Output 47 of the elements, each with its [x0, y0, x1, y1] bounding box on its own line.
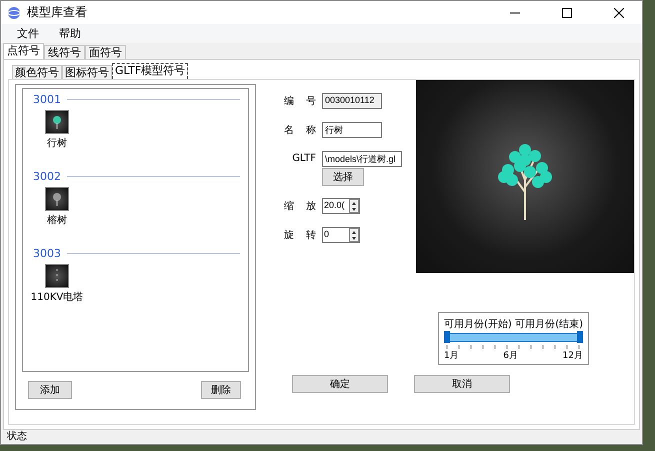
- tick-label: 1月: [444, 350, 459, 362]
- tab[interactable]: 图标符号: [62, 65, 112, 79]
- tick-label: 12月: [562, 350, 583, 362]
- cancel-button[interactable]: 取消: [414, 375, 510, 393]
- tab[interactable]: 颜色符号: [12, 65, 62, 79]
- slider-handle[interactable]: [444, 331, 450, 343]
- model-thumbnail[interactable]: [45, 110, 69, 134]
- field-label: 编号: [284, 94, 322, 108]
- slider-handle[interactable]: [577, 331, 583, 343]
- choose-button[interactable]: 选择: [322, 168, 364, 186]
- group-code: 3002: [33, 170, 61, 183]
- tab[interactable]: 面符号: [85, 45, 126, 59]
- app-globe-icon: [7, 6, 21, 20]
- group-code: 3001: [33, 93, 61, 106]
- input-field[interactable]: 行树: [322, 122, 382, 138]
- field-label: 缩放: [284, 200, 322, 212]
- spin-arrows-icon[interactable]: [349, 228, 359, 242]
- range-slider[interactable]: [444, 333, 583, 345]
- menu-item[interactable]: 帮助: [51, 26, 89, 41]
- field-label: 旋转: [284, 228, 322, 242]
- field-label: GLTF: [291, 153, 317, 164]
- model-name: 行树: [47, 136, 67, 150]
- spin-field[interactable]: 20.0(: [322, 198, 360, 214]
- add-button[interactable]: 添加: [28, 381, 72, 399]
- status-text: 状态: [6, 430, 28, 444]
- menu-item[interactable]: 文件: [9, 26, 47, 41]
- input-field[interactable]: \models\行道树.gl: [322, 150, 402, 166]
- window-title: 模型库查看: [27, 4, 88, 21]
- ok-button[interactable]: 确定: [292, 375, 388, 393]
- tab[interactable]: 点符号: [3, 43, 44, 59]
- model-name: 110KV电塔: [30, 290, 84, 304]
- model-thumbnail[interactable]: [45, 187, 69, 211]
- tick-label: 6月: [503, 350, 518, 362]
- spin-field[interactable]: 0: [322, 226, 360, 242]
- close-icon: [614, 8, 624, 18]
- input-field[interactable]: 0030010112: [322, 92, 382, 108]
- maximize-icon: [562, 8, 572, 18]
- tab[interactable]: GLTF模型符号: [112, 63, 188, 79]
- tab[interactable]: 线符号: [44, 45, 85, 59]
- start-label: 可用月份(开始): [444, 318, 512, 331]
- field-label: 名称: [284, 124, 322, 136]
- spin-arrows-icon[interactable]: [349, 198, 359, 212]
- model-thumbnail[interactable]: [45, 264, 69, 288]
- model-name: 榕树: [47, 214, 67, 227]
- delete-button[interactable]: 删除: [201, 381, 241, 399]
- group-code: 3003: [33, 247, 61, 260]
- end-label: 可用月份(结束): [515, 318, 583, 331]
